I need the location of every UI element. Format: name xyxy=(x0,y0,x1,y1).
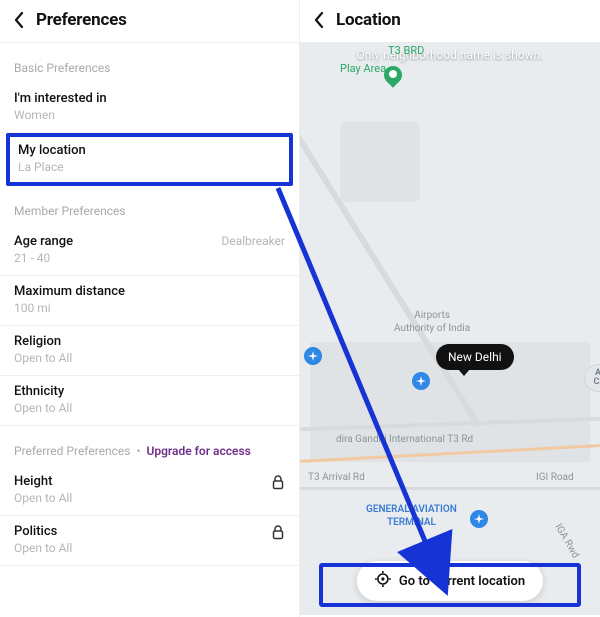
row-height[interactable]: Height Open to All xyxy=(0,466,299,516)
row-value: Open to All xyxy=(14,401,72,415)
preferences-header: Preferences xyxy=(0,0,299,42)
plane-marker-icon xyxy=(412,372,430,390)
row-label: I'm interested in xyxy=(14,91,107,106)
row-value: 21 - 40 xyxy=(14,251,73,265)
section-preferred-prefix: Preferred Preferences xyxy=(14,444,130,458)
map-label-play-area: Play Area xyxy=(340,62,386,76)
map-label-igi-road: IGI Road xyxy=(536,472,574,485)
row-value: Open to All xyxy=(14,351,72,365)
city-chip: New Delhi xyxy=(436,344,514,370)
row-max-distance[interactable]: Maximum distance 100 mi xyxy=(0,276,299,326)
row-value: 100 mi xyxy=(14,301,125,315)
map-label-t3-brd: T3 BRD xyxy=(388,44,424,58)
location-title: Location xyxy=(336,10,401,30)
preferences-title: Preferences xyxy=(36,10,127,30)
row-ethnicity[interactable]: Ethnicity Open to All xyxy=(0,376,299,426)
dealbreaker-label: Dealbreaker xyxy=(221,234,285,248)
map-label-igi-t3: dira Gandhi International T3 Rd xyxy=(336,434,473,447)
row-value: Open to All xyxy=(14,541,72,555)
lock-icon xyxy=(271,524,285,540)
map-disclaimer: Only neighborhood name is shown. xyxy=(300,48,600,62)
map-pin-icon xyxy=(384,66,404,92)
row-label: Height xyxy=(14,474,72,489)
section-basic-title: Basic Preferences xyxy=(0,43,299,83)
preferences-panel: Preferences Basic Preferences I'm intere… xyxy=(0,0,300,617)
back-icon[interactable] xyxy=(314,12,324,28)
row-label: My location xyxy=(18,143,86,158)
back-icon[interactable] xyxy=(14,12,24,28)
row-politics[interactable]: Politics Open to All xyxy=(0,516,299,566)
row-interested-in[interactable]: I'm interested in Women xyxy=(0,83,299,133)
map-label-airports-authority: Airports Authority of India xyxy=(394,310,470,335)
row-label: Religion xyxy=(14,334,72,349)
row-value: La Place xyxy=(18,160,86,174)
row-value: Open to All xyxy=(14,491,72,505)
row-my-location[interactable]: My location La Place xyxy=(10,137,289,182)
plane-marker-icon xyxy=(470,510,488,528)
go-to-current-location-button[interactable]: Go to current location xyxy=(357,561,543,601)
locate-icon xyxy=(375,571,391,591)
map-label-general-aviation: GENERAL AVIATION TERMINAL xyxy=(366,504,457,529)
dot: • xyxy=(136,444,140,458)
row-label: Maximum distance xyxy=(14,284,125,299)
map-label-t3-arrival: T3 Arrival Rd xyxy=(308,472,365,485)
upgrade-link[interactable]: Upgrade for access xyxy=(146,444,250,458)
row-label: Ethnicity xyxy=(14,384,72,399)
row-value: Women xyxy=(14,108,107,122)
plane-marker-icon xyxy=(304,347,322,365)
location-panel: Location Only neighborhood name is shown… xyxy=(300,0,600,617)
map[interactable]: Only neighborhood name is shown. T3 BRD … xyxy=(300,42,600,615)
row-age-range[interactable]: Age range 21 - 40 Dealbreaker xyxy=(0,226,299,276)
row-label: Age range xyxy=(14,234,73,249)
lock-icon xyxy=(271,474,285,490)
go-to-current-location-label: Go to current location xyxy=(399,574,525,589)
row-religion[interactable]: Religion Open to All xyxy=(0,326,299,376)
section-preferred-title: Preferred Preferences • Upgrade for acce… xyxy=(0,426,299,466)
location-header: Location xyxy=(300,0,600,42)
row-label: Politics xyxy=(14,524,72,539)
section-member-title: Member Preferences xyxy=(0,186,299,226)
highlight-my-location: My location La Place xyxy=(6,133,293,186)
